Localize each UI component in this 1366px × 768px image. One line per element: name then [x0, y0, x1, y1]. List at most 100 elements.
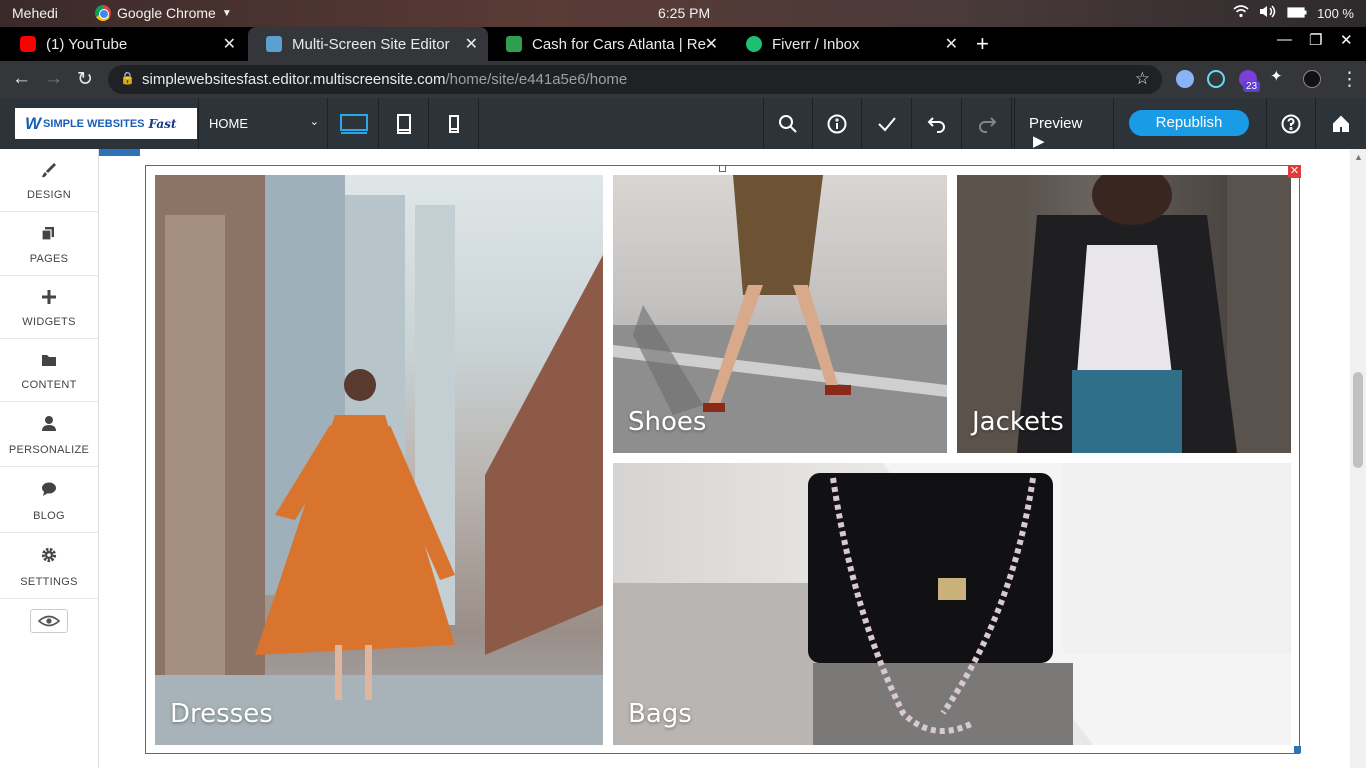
url-text: simplewebsitesfast.editor.multiscreensit… [142, 71, 628, 88]
gallery-tile-bags[interactable]: Bags [613, 463, 1291, 745]
preview-button[interactable]: Preview ▶ [1014, 98, 1114, 150]
user-icon [42, 416, 56, 431]
sidebar-item-label: WIDGETS [22, 316, 76, 328]
site-editor-icon [266, 36, 282, 52]
menu-dots-icon[interactable]: ⋮ [1340, 68, 1359, 91]
editor-toolbar: W SIMPLE WEBSITES Fast HOME ⌄ Preview ▶ … [0, 98, 1366, 150]
chat-icon [42, 482, 56, 496]
sidebar-item-widgets[interactable]: WIDGETS [0, 276, 98, 339]
minimize-button[interactable]: — [1277, 31, 1292, 48]
republish-button[interactable]: Republish [1129, 110, 1249, 136]
check-button[interactable] [862, 98, 912, 149]
help-button[interactable] [1266, 98, 1316, 149]
home-button[interactable] [1316, 98, 1366, 149]
gallery-tile-shoes[interactable]: Shoes [613, 175, 947, 453]
os-clock[interactable]: 6:25 PM [658, 5, 710, 21]
play-icon: ▶ [1033, 133, 1045, 150]
resize-handle-top[interactable] [719, 165, 726, 172]
page-selector[interactable]: HOME ⌄ [198, 98, 328, 149]
sidebar-item-label: CONTENT [21, 379, 77, 391]
close-icon[interactable]: ✕ [705, 34, 718, 54]
chevron-down-icon: ▼ [221, 7, 232, 19]
desktop-view-button[interactable] [329, 98, 379, 149]
sidebar-item-personalize[interactable]: PERSONALIZE [0, 402, 98, 467]
sidebar-item-content[interactable]: CONTENT [0, 339, 98, 402]
forward-button[interactable]: → [44, 68, 63, 90]
tab-youtube[interactable]: (1) YouTube ✕ [2, 27, 246, 61]
delete-block-button[interactable]: ✕ [1288, 165, 1301, 178]
plus-icon [42, 290, 56, 304]
chrome-icon [95, 5, 111, 21]
brush-icon [42, 163, 56, 178]
sidebar-item-label: DESIGN [27, 189, 71, 201]
address-bar[interactable]: 🔒 simplewebsitesfast.editor.multiscreens… [108, 65, 1162, 94]
reload-button[interactable]: ↻ [77, 68, 93, 91]
os-user-name[interactable]: Mehedi [12, 5, 58, 21]
window-close-button[interactable]: ✕ [1340, 31, 1353, 49]
new-tab-button[interactable]: + [976, 31, 989, 57]
extension-badge: 23 [1243, 81, 1261, 92]
search-button[interactable] [763, 98, 813, 149]
avatar[interactable] [1303, 70, 1321, 88]
mobile-view-button[interactable] [429, 98, 479, 149]
bookmark-star-icon[interactable]: ☆ [1135, 69, 1150, 89]
close-icon[interactable]: ✕ [223, 34, 236, 54]
scrollbar-thumb[interactable] [1353, 372, 1363, 468]
check-icon [877, 116, 896, 131]
tab-title: Fiverr / Inbox [772, 35, 860, 53]
site-logo[interactable]: W SIMPLE WEBSITES Fast [15, 108, 197, 139]
tile-caption: Dresses [170, 699, 273, 729]
sidebar-item-pages[interactable]: PAGES [0, 213, 98, 276]
chevron-down-icon: ⌄ [309, 116, 319, 128]
bags-photo [613, 463, 1291, 745]
tab-cash-for-cars[interactable]: Cash for Cars Atlanta | Re ✕ [488, 27, 728, 61]
hidden-elements-toggle[interactable] [30, 609, 68, 633]
undo-icon [927, 116, 945, 133]
os-top-bar: Mehedi Google Chrome ▼ 6:25 PM 100 % [0, 0, 1366, 27]
tablet-view-button[interactable] [379, 98, 429, 149]
tab-fiverr[interactable]: Fiverr / Inbox ✕ [728, 27, 968, 61]
sidebar-item-label: BLOG [33, 510, 65, 522]
gear-icon [41, 547, 57, 563]
scroll-up-arrow-icon[interactable]: ▲ [1354, 152, 1363, 162]
dollar-icon [506, 36, 522, 52]
tab-site-editor[interactable]: Multi-Screen Site Editor ✕ [248, 27, 488, 61]
resize-handle-bottom-right[interactable] [1294, 746, 1301, 753]
os-active-app[interactable]: Google Chrome ▼ [95, 5, 232, 21]
help-icon [1281, 114, 1301, 133]
folder-icon [42, 355, 56, 366]
section-tab[interactable] [99, 149, 140, 156]
puzzle-icon[interactable]: ✦ [1270, 67, 1288, 85]
site-canvas[interactable]: Dresses Shoes Jackets Bags ✕ [99, 149, 1350, 768]
pages-icon [41, 227, 54, 241]
lock-icon[interactable]: 🔒 [120, 71, 135, 85]
info-icon [827, 114, 846, 133]
info-button[interactable] [812, 98, 862, 149]
undo-button[interactable] [912, 98, 962, 149]
volume-icon [1259, 5, 1277, 21]
close-icon[interactable]: ✕ [465, 34, 478, 54]
close-icon[interactable]: ✕ [945, 34, 958, 54]
browser-tab-strip: (1) YouTube ✕ Multi-Screen Site Editor ✕… [0, 27, 1366, 61]
youtube-icon [20, 36, 36, 52]
redo-button[interactable] [962, 98, 1012, 149]
preview-label: Preview [1029, 115, 1083, 132]
browser-toolbar: ← → ↻ 🔒 simplewebsitesfast.editor.multis… [0, 61, 1366, 98]
back-button[interactable]: ← [12, 68, 31, 90]
logo-text: SIMPLE WEBSITES [43, 117, 145, 130]
react-icon[interactable] [1207, 70, 1225, 88]
canvas-scrollbar[interactable]: ▲ [1350, 149, 1366, 768]
editor-sidebar: DESIGN PAGES WIDGETS CONTENT PERSONALIZE… [0, 149, 99, 768]
sidebar-item-blog[interactable]: BLOG [0, 468, 98, 533]
gallery-tile-jackets[interactable]: Jackets [957, 175, 1291, 453]
gallery-tile-dresses[interactable]: Dresses [155, 175, 603, 745]
extension-icon[interactable] [1176, 70, 1194, 88]
sidebar-item-design[interactable]: DESIGN [0, 149, 98, 212]
sidebar-item-settings[interactable]: SETTINGS [0, 534, 98, 599]
tablet-icon [396, 113, 411, 134]
system-tray[interactable]: 100 % [1233, 5, 1354, 21]
maximize-button[interactable]: ❐ [1309, 31, 1322, 49]
sidebar-item-label: PAGES [29, 253, 69, 265]
battery-percent: 100 % [1317, 5, 1354, 21]
dresses-photo [155, 175, 603, 745]
